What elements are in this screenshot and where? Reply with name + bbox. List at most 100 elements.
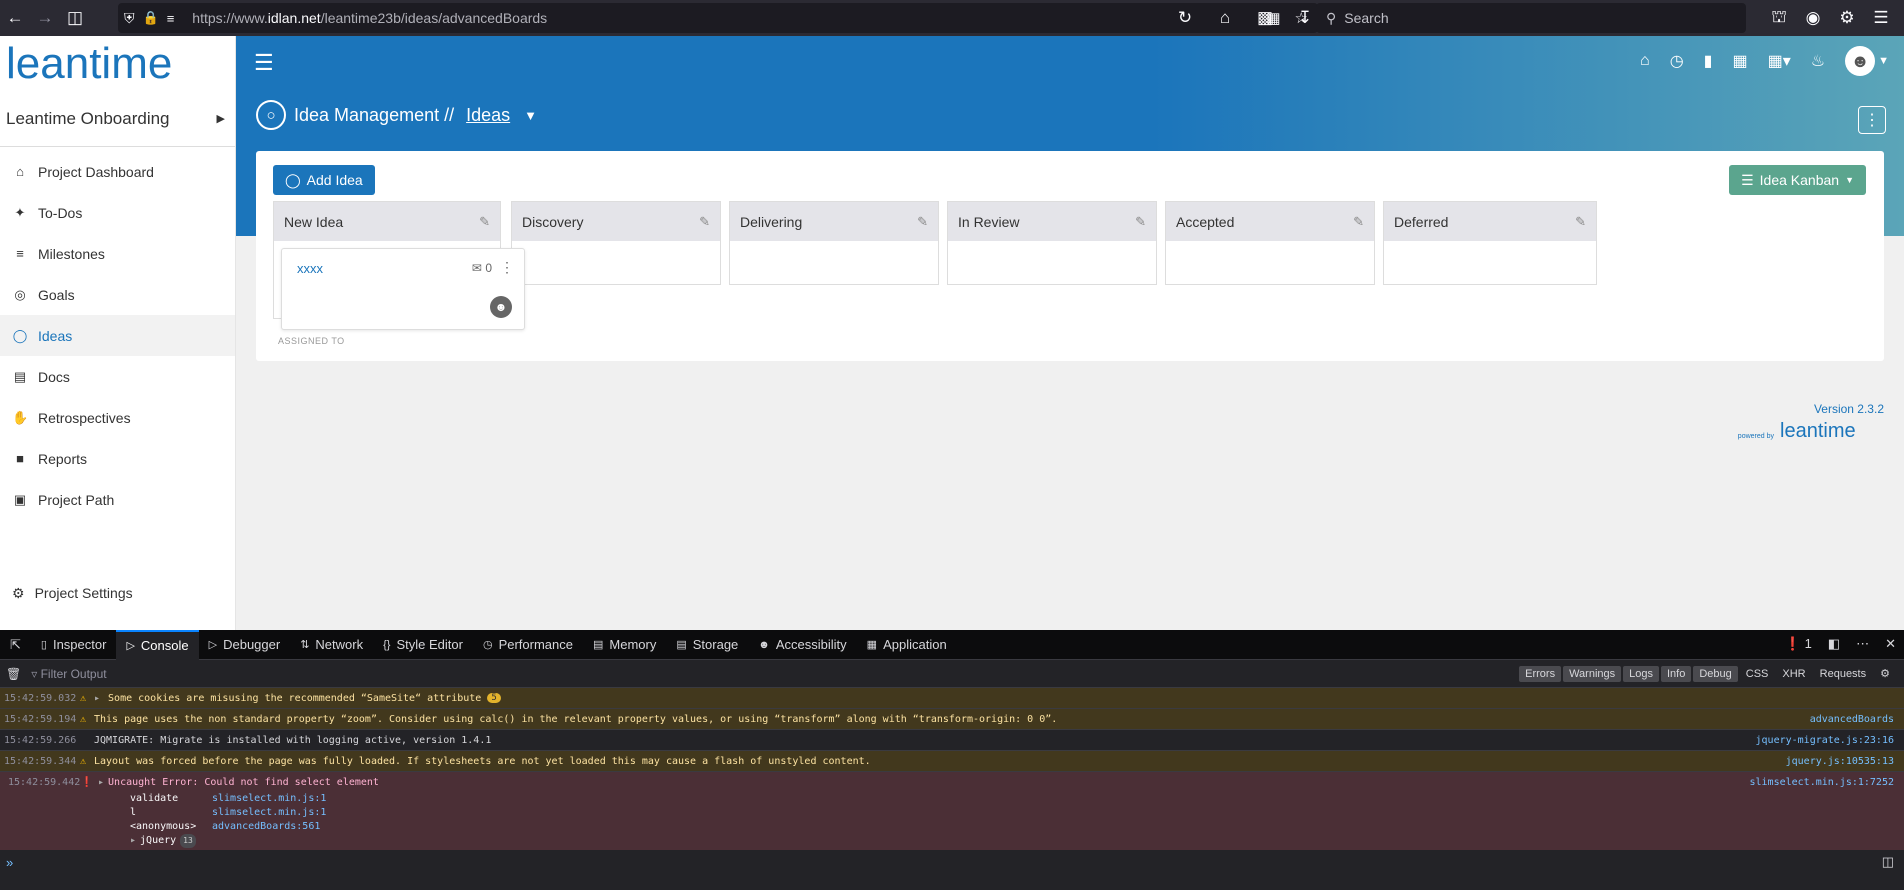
console-settings-icon[interactable]: ⚙ [1874,665,1896,682]
kanban-column-discovery: Discovery ✎ [511,201,721,285]
comment-count[interactable]: ✉ 0 [472,261,492,275]
url-bar[interactable]: ⛨ 🔒 ≡ https://www.idlan.net/leantime23b/… [118,3,1318,33]
lightbulb-small-icon: ◯ [285,171,301,188]
error-count[interactable]: ❗ 1 [1785,636,1812,652]
powered-by-logo[interactable]: powered by leantime [1738,420,1884,440]
extensions-grid-icon[interactable]: ▩ [1250,3,1280,33]
filter-errors[interactable]: Errors [1519,665,1562,682]
sidebar-item-project-path[interactable]: ▣ Project Path [0,479,235,520]
idea-kanban-dropdown[interactable]: ☰ Idea Kanban ▼ [1729,165,1866,195]
error-source-link[interactable]: slimselect.min.js:1:7252 [1750,777,1895,788]
settings-gear-icon[interactable]: ⚙ [1832,3,1862,33]
briefcase-icon[interactable]: ▮ [1704,51,1713,71]
close-icon[interactable]: ✕ [1885,636,1896,652]
idea-card[interactable]: xxxx ✉ 0 ⋮ ☻ [281,248,525,330]
edit-column-icon[interactable]: ✎ [699,214,710,230]
stack-frame-link[interactable]: slimselect.min.js:1 [212,806,326,820]
browser-search-input[interactable]: ⚲ Search [1316,3,1746,33]
sidebar-item-project-dashboard[interactable]: ⌂ Project Dashboard [0,151,235,192]
console-log-entry[interactable]: 15:42:59.194 ⚠ This page uses the non stan… [0,709,1904,730]
expand-arrow-icon[interactable]: ▸ [94,693,100,704]
sidebar-item-to-dos[interactable]: ✦ To-Dos [0,192,235,233]
console-log-entry[interactable]: 15:42:59.266 JQMIGRATE: Migrate is instal… [0,730,1904,751]
project-selector[interactable]: Leantime Onboarding ▶ [0,91,235,147]
back-arrow-icon[interactable]: ← [0,3,30,33]
chevron-down-icon[interactable]: ▼ [1878,55,1889,67]
devtools-tab-memory[interactable]: ▤ Memory [583,630,666,660]
devtools-tab-application[interactable]: ▦ Application [857,630,957,660]
filter-debug[interactable]: Debug [1693,665,1738,682]
devtools-tab-console[interactable]: ▷ Console [116,629,199,660]
sidebar-item-project-settings[interactable]: ⚙ Project Settings [0,574,236,612]
edit-column-icon[interactable]: ✎ [1353,214,1364,230]
jquery-frames-group[interactable]: ▸ jQuery 13 [130,834,326,848]
devtools-tab-style-editor[interactable]: {} Style Editor [373,630,473,660]
stack-frame: validate slimselect.min.js:1 [130,792,327,806]
filter-input[interactable]: ▿ Filter Output [31,667,106,681]
devtools-tab-storage[interactable]: ▤ Storage [666,630,748,660]
filter-warnings[interactable]: Warnings [1563,665,1622,682]
edit-column-icon[interactable]: ✎ [479,214,490,230]
sidebar-item-ideas[interactable]: ◯ Ideas [0,315,235,356]
ublock-icon[interactable]: ⛫ [1764,3,1794,33]
error-log-entry[interactable]: 15:42:59.442 ❗ ▸ Uncaught Error: Could n… [0,772,1904,850]
filter-xhr[interactable]: XHR [1776,666,1811,682]
edit-column-icon[interactable]: ✎ [1575,214,1586,230]
sidebar-item-retrospectives[interactable]: ✋ Retrospectives [0,397,235,438]
devtools-tab-accessibility[interactable]: ☻ Accessibility [748,630,856,660]
devtools-tab-network[interactable]: ⇅ Network [290,630,373,660]
caret-down-icon[interactable]: ▼ [524,108,537,123]
sidebar-item-docs[interactable]: ▤ Docs [0,356,235,397]
split-console-icon[interactable]: ◫ [1882,854,1894,870]
filter-requests[interactable]: Requests [1814,666,1872,682]
console-input-prompt[interactable]: » [6,855,13,870]
console-log-entry[interactable]: 15:42:59.032 ⚠ ▸ Some cookies are misusing … [0,688,1904,709]
dock-icon[interactable]: ◧ [1828,636,1840,652]
list-icon: ☰ [1741,171,1754,188]
edit-column-icon[interactable]: ✎ [917,214,928,230]
map-icon: ▣ [13,491,27,507]
devtools-tab-debugger[interactable]: ▷ Debugger [199,630,291,660]
home-icon[interactable]: ⌂ [1210,3,1240,33]
column-header: In Review ✎ [948,202,1156,241]
leantime-logo[interactable]: leantime [0,36,235,91]
forward-arrow-icon[interactable]: → [30,3,60,33]
calendar-icon[interactable]: ▦ [1732,51,1747,71]
devtools-tab-inspector[interactable]: ▯ Inspector [31,630,117,660]
console-log-entry[interactable]: 15:42:59.344 ⚠ Layout was forced before th… [0,751,1904,772]
log-source-link[interactable]: advancedBoards [1810,714,1894,725]
sidebar-item-reports[interactable]: ■ Reports [0,438,235,479]
expand-arrow-icon[interactable]: ▸ [98,777,104,788]
card-options-icon[interactable]: ⋮ [500,259,514,276]
user-avatar[interactable]: ☻ [1845,46,1876,76]
log-source-link[interactable]: jquery.js:10535:13 [1786,756,1894,767]
sidebar-toggle-icon[interactable]: ◫ [60,3,90,33]
bell-icon[interactable]: ♨ [1811,51,1825,71]
reload-icon[interactable]: ↻ [1170,3,1200,33]
sidebar-item-goals[interactable]: ◎ Goals [0,274,235,315]
home-nav-icon[interactable]: ⌂ [1640,52,1650,70]
apps-grid-icon[interactable]: ▦▾ [1768,51,1791,71]
ideas-board-link[interactable]: Ideas [466,105,510,126]
menu-icon[interactable]: ☰ [1866,3,1896,33]
assignee-avatar[interactable]: ☻ [490,296,512,318]
hamburger-menu-icon[interactable]: ☰ [254,50,274,76]
sidebar-item-milestones[interactable]: ≡ Milestones [0,233,235,274]
more-options-icon[interactable]: ⋯ [1856,636,1869,652]
filter-css[interactable]: CSS [1740,666,1775,682]
edit-column-icon[interactable]: ✎ [1135,214,1146,230]
clock-icon[interactable]: ◷ [1670,51,1684,71]
add-idea-button[interactable]: ◯ Add Idea [273,165,375,195]
trash-icon[interactable]: 🗑 [6,667,21,681]
devtools-tab-performance[interactable]: ◷ Performance [473,630,583,660]
element-picker-icon[interactable]: ⇱ [0,630,31,660]
profile-icon[interactable]: ◉ [1798,3,1828,33]
warning-icon: ⚠ [79,755,87,767]
header-options-button[interactable]: ⋮ [1858,106,1886,134]
filter-info[interactable]: Info [1661,665,1692,682]
log-source-link[interactable]: jquery-migrate.js:23:16 [1756,735,1894,746]
idea-card-title[interactable]: xxxx [297,261,323,276]
filter-logs[interactable]: Logs [1623,665,1659,682]
stack-frame-link[interactable]: slimselect.min.js:1 [212,792,326,806]
stack-frame-link[interactable]: advancedBoards:561 [212,820,320,834]
